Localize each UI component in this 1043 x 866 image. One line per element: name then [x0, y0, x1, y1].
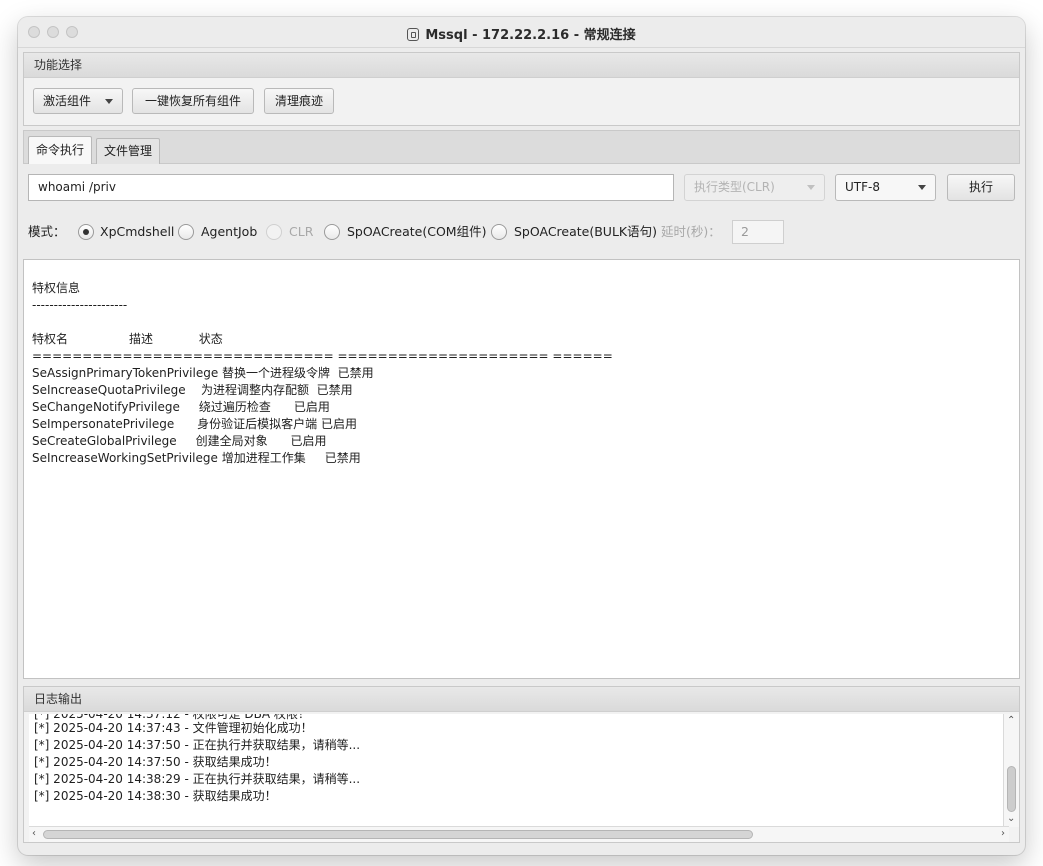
output-line: SeCreateGlobalPrivilege 创建全局对象 已启用	[32, 434, 327, 448]
window-title-wrap: Mssql - 172.22.2.16 - 常规连接	[18, 24, 1025, 43]
activate-component-dropdown[interactable]: 激活组件	[33, 88, 123, 114]
radio-agentjob[interactable]	[178, 224, 194, 240]
tab-command-exec[interactable]: 命令执行	[28, 136, 93, 164]
scroll-up-icon[interactable]: ⌃	[1007, 715, 1015, 727]
app-window: Mssql - 172.22.2.16 - 常规连接 功能选择 激活组件 一键恢…	[18, 17, 1025, 855]
chevron-down-icon	[807, 185, 815, 190]
tab-file-manager[interactable]: 文件管理	[96, 138, 161, 164]
command-output[interactable]: 特权信息 ---------------------- 特权名 描述 状态 ==…	[23, 259, 1020, 679]
tab-bar: 命令执行 文件管理	[23, 130, 1020, 164]
scroll-down-icon[interactable]: ⌄	[1007, 813, 1015, 825]
restore-all-components-button[interactable]: 一键恢复所有组件	[132, 88, 254, 114]
radio-xpcmdshell-label[interactable]: XpCmdshell	[100, 221, 174, 243]
exec-type-dropdown: 执行类型(CLR)	[684, 174, 825, 201]
mode-label: 模式：	[28, 224, 66, 239]
radio-spoacreate-bulk-label[interactable]: SpOACreate(BULK语句)	[514, 221, 657, 243]
radio-spoacreate-com-label[interactable]: SpOACreate(COM组件)	[347, 221, 486, 243]
activate-component-label: 激活组件	[43, 94, 92, 108]
log-horizontal-scrollbar[interactable]: ‹ ›	[29, 826, 1009, 842]
delay-input: 2	[732, 220, 784, 244]
log-line: [*] 2025-04-20 14:37:50 - 获取结果成功！	[34, 755, 277, 769]
log-output[interactable]: [*] 2025-04-20 14:37:12 - 权限可是 DBA 权限！ […	[29, 714, 1009, 827]
output-line: SeAssignPrimaryTokenPrivilege 替换一个进程级令牌 …	[32, 366, 374, 380]
output-line: ============================== =========…	[32, 349, 613, 363]
radio-clr-label: CLR	[289, 224, 314, 239]
radio-xpcmdshell[interactable]	[78, 224, 94, 240]
log-horizontal-scroll-thumb[interactable]	[43, 830, 753, 839]
delay-label: 延时(秒)：	[661, 224, 721, 239]
output-line: 特权名 描述 状态	[32, 332, 223, 346]
radio-spoacreate-bulk[interactable]	[491, 224, 507, 240]
log-line: [*] 2025-04-20 14:37:50 - 正在执行并获取结果，请稍等.…	[34, 738, 361, 752]
output-line: SeIncreaseWorkingSetPrivilege 增加进程工作集 已禁…	[32, 451, 361, 465]
output-line: SeImpersonatePrivilege 身份验证后模拟客户端 已启用	[32, 417, 357, 431]
log-line: [*] 2025-04-20 14:38:30 - 获取结果成功！	[34, 789, 277, 803]
title-bar: Mssql - 172.22.2.16 - 常规连接	[18, 17, 1025, 48]
log-line: [*] 2025-04-20 14:37:43 - 文件管理初始化成功！	[34, 721, 313, 735]
exec-type-label: 执行类型(CLR)	[694, 180, 775, 194]
clean-traces-button[interactable]: 清理痕迹	[264, 88, 334, 114]
log-vertical-scroll-thumb[interactable]	[1007, 766, 1016, 812]
output-line: SeIncreaseQuotaPrivilege 为进程调整内存配额 已禁用	[32, 383, 353, 397]
execute-button[interactable]: 执行	[947, 174, 1015, 201]
output-line: ----------------------	[32, 298, 128, 312]
window-title: Mssql - 172.22.2.16 - 常规连接	[425, 28, 636, 43]
command-input[interactable]: whoami /priv	[28, 174, 674, 201]
encoding-label: UTF-8	[845, 180, 880, 194]
function-panel-header: 功能选择	[24, 53, 1019, 78]
chevron-down-icon	[105, 99, 113, 104]
chevron-down-icon	[918, 185, 926, 190]
scroll-left-icon[interactable]: ‹	[32, 828, 36, 840]
function-panel: 功能选择 激活组件 一键恢复所有组件 清理痕迹	[23, 52, 1020, 126]
log-line: [*] 2025-04-20 14:38:29 - 正在执行并获取结果，请稍等.…	[34, 772, 361, 786]
output-line: SeChangeNotifyPrivilege 绕过遍历检查 已启用	[32, 400, 330, 414]
radio-clr	[266, 224, 282, 240]
radio-spoacreate-com[interactable]	[324, 224, 340, 240]
radio-agentjob-label[interactable]: AgentJob	[201, 221, 257, 243]
encoding-dropdown[interactable]: UTF-8	[835, 174, 936, 201]
log-panel: 日志输出 [*] 2025-04-20 14:37:12 - 权限可是 DBA …	[23, 686, 1020, 843]
log-panel-header: 日志输出	[24, 687, 1019, 712]
log-vertical-scrollbar[interactable]: ⌃ ⌄	[1003, 714, 1019, 827]
output-line: 特权信息	[32, 281, 81, 295]
scroll-right-icon[interactable]: ›	[1001, 828, 1005, 840]
app-icon	[407, 28, 420, 41]
